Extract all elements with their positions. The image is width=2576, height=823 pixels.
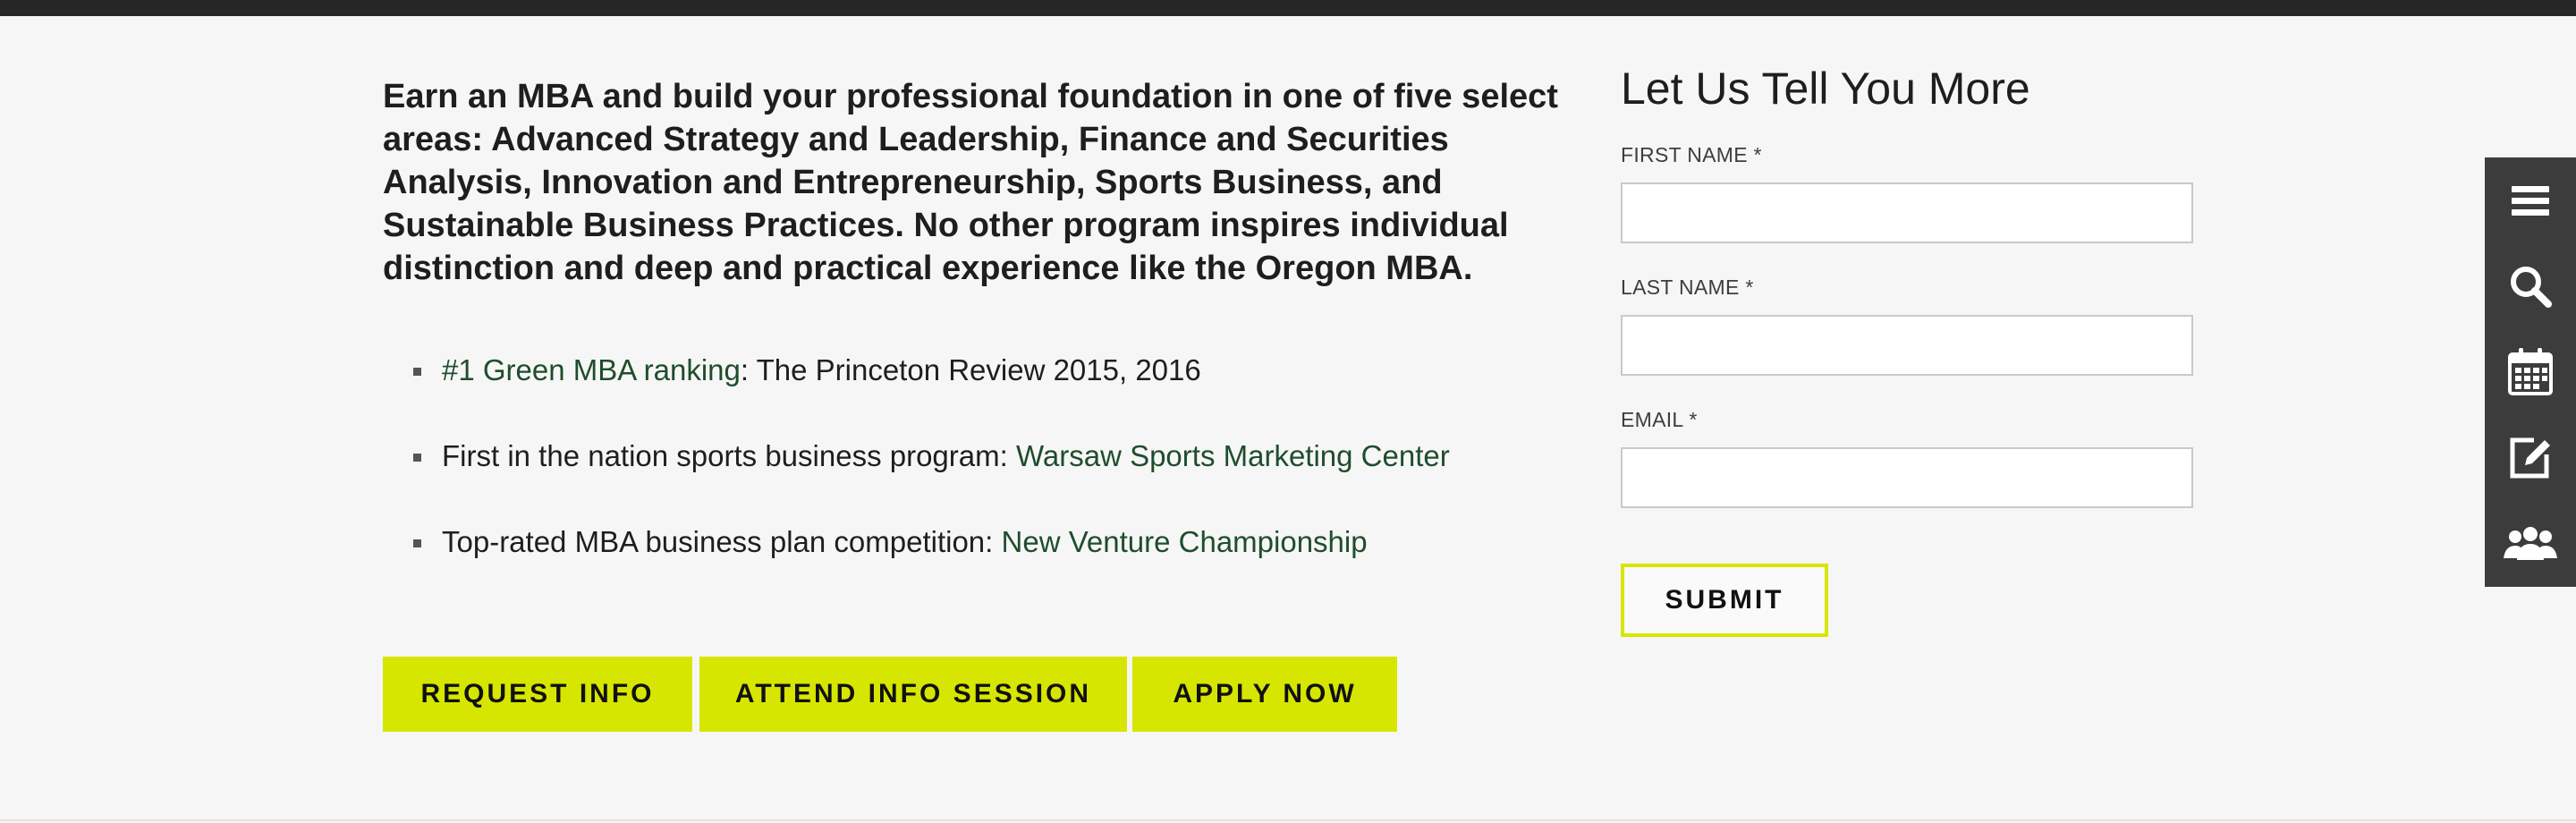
email-input[interactable] [1621,447,2193,508]
bullet-square-icon [413,539,421,547]
attend-info-session-button[interactable]: ATTEND INFO SESSION [699,657,1127,732]
program-overview: Earn an MBA and build your professional … [383,75,1581,732]
sidebar-toolbar [2485,157,2576,587]
info-request-form: Let Us Tell You More FIRST NAME * LAST N… [1621,59,2193,637]
menu-icon [2512,186,2549,216]
edit-icon [2510,437,2550,479]
people-icon [2504,527,2557,560]
sidebar-item-menu[interactable] [2485,157,2576,243]
sidebar-item-apply[interactable] [2485,415,2576,501]
sidebar-item-community[interactable] [2485,501,2576,587]
list-item: First in the nation sports business prog… [413,435,1576,521]
submit-button[interactable]: SUBMIT [1621,564,1828,637]
first-name-input[interactable] [1621,182,2193,243]
intro-paragraph: Earn an MBA and build your professional … [383,78,1558,287]
last-name-label: LAST NAME * [1621,276,1754,299]
bullet-square-icon [413,368,421,376]
search-icon [2511,267,2552,308]
top-bar [0,0,2576,16]
first-name-label: FIRST NAME * [1621,143,1762,166]
section-divider [0,819,2576,821]
request-info-button[interactable]: REQUEST INFO [383,657,692,732]
warsaw-sports-link[interactable]: Warsaw Sports Marketing Center [1016,439,1450,472]
list-item: #1 Green MBA ranking: The Princeton Revi… [413,349,1576,435]
email-label: EMAIL * [1621,408,1698,431]
bullet-square-icon [413,454,421,462]
list-item-text: Top-rated MBA business plan competition: [442,525,1002,558]
new-venture-championship-link[interactable]: New Venture Championship [1002,525,1368,558]
apply-now-button[interactable]: APPLY NOW [1132,657,1397,732]
sidebar-item-search[interactable] [2485,243,2576,329]
form-title: Let Us Tell You More [1621,64,2030,114]
list-item: Top-rated MBA business plan competition:… [413,521,1576,607]
last-name-input[interactable] [1621,315,2193,376]
highlights-list: #1 Green MBA ranking: The Princeton Revi… [413,349,1576,607]
calendar-icon [2508,348,2553,395]
sidebar-item-calendar[interactable] [2485,329,2576,415]
list-item-text: : The Princeton Review 2015, 2016 [740,353,1201,386]
list-item-text: First in the nation sports business prog… [442,439,1016,472]
green-mba-ranking-link[interactable]: #1 Green MBA ranking [442,353,741,386]
